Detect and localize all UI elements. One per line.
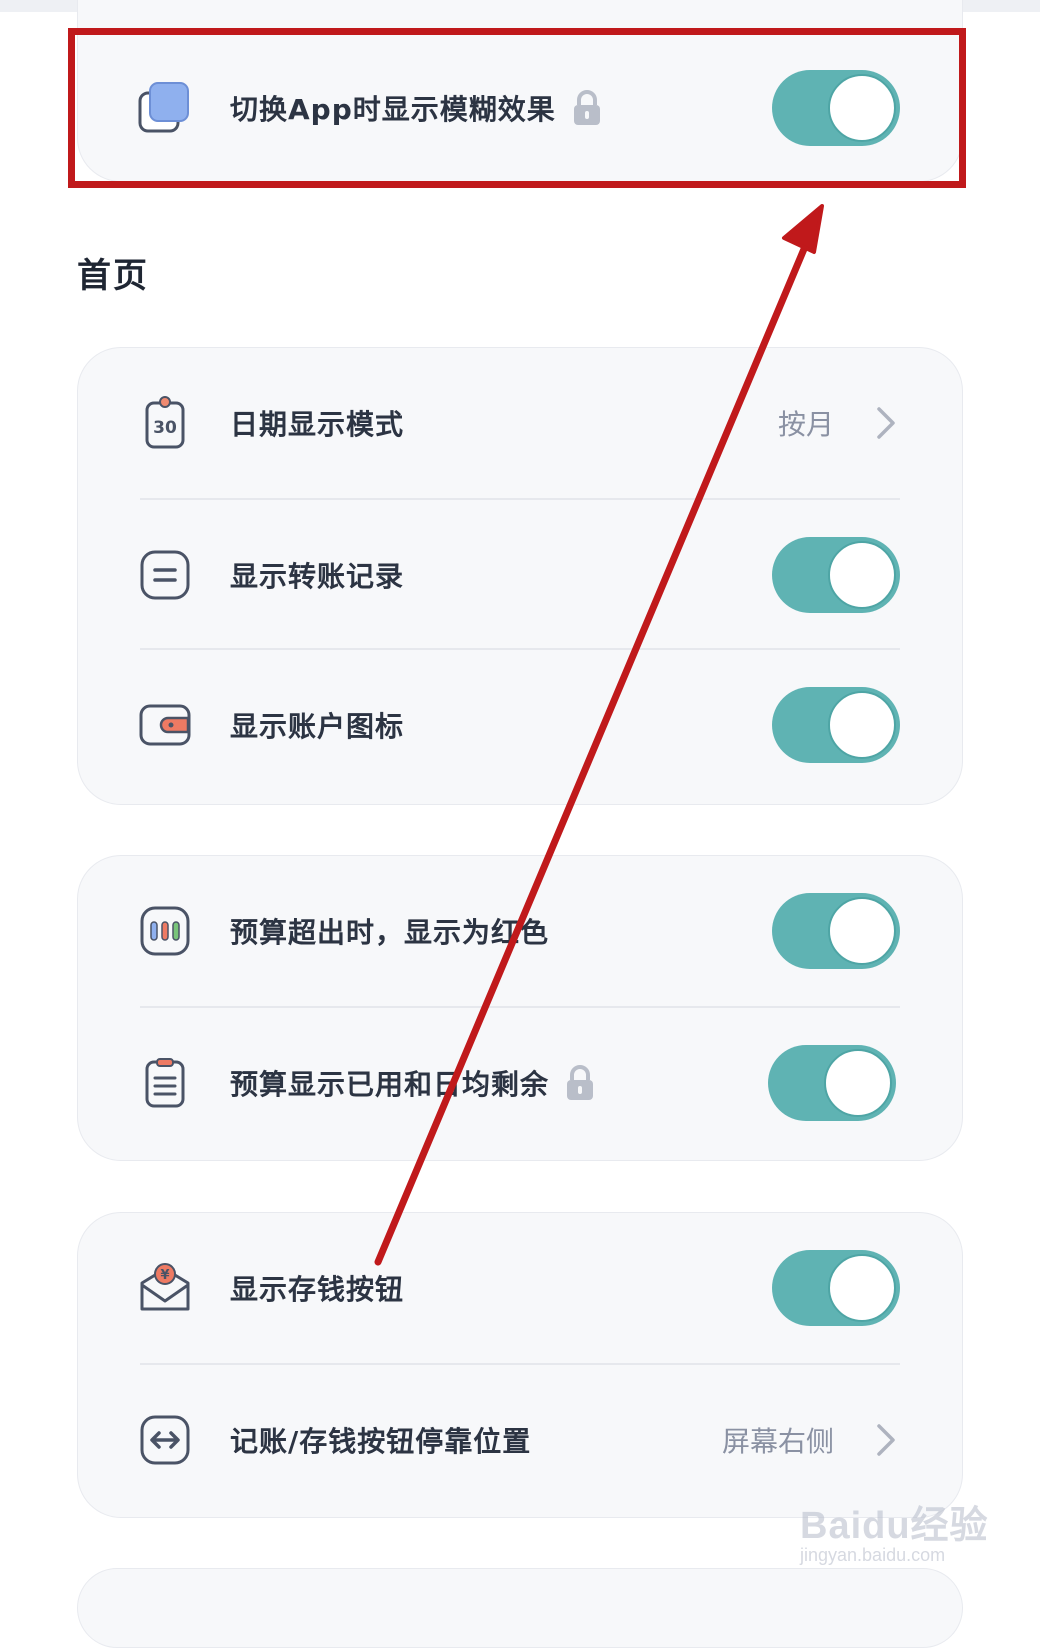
setting-row-button-dock-position[interactable]: 记账/存钱按钮停靠位置 屏幕右侧 <box>78 1365 962 1515</box>
svg-text:¥: ¥ <box>160 1268 169 1283</box>
blur-windows-icon <box>138 81 192 135</box>
setting-label: 显示账户图标 <box>230 710 405 743</box>
settings-card-homepage-display: 30 日期显示模式 按月 显示转账记录 显示账户图标 <box>77 347 963 805</box>
setting-value: 屏幕右侧 <box>721 1425 834 1458</box>
toggle-knob <box>828 74 896 142</box>
setting-label: 预算显示已用和日均剩余 <box>230 1068 550 1101</box>
settings-card-privacy: 切换App时显示模糊效果 <box>77 0 963 182</box>
blur-toggle[interactable] <box>772 70 900 146</box>
setting-label: 预算超出时，显示为红色 <box>230 916 550 949</box>
setting-label-wrap: 预算显示已用和日均剩余 <box>230 1063 595 1103</box>
left-right-arrows-icon <box>138 1413 192 1467</box>
show-savings-button-toggle[interactable] <box>772 1250 900 1326</box>
toggle-knob <box>828 897 896 965</box>
section-title-homepage: 首页 <box>77 256 149 296</box>
setting-row-show-transfers[interactable]: 显示转账记录 <box>78 500 962 650</box>
watermark-url: jingyan.baidu.com <box>800 1545 946 1565</box>
setting-row-show-account-icons[interactable]: 显示账户图标 <box>78 650 962 800</box>
calendar-30-icon: 30 <box>138 396 192 450</box>
svg-text:30: 30 <box>153 418 177 438</box>
setting-value: 按月 <box>777 408 834 441</box>
show-account-icons-toggle[interactable] <box>772 687 900 763</box>
setting-row-show-savings-button[interactable]: ¥ 显示存钱按钮 <box>78 1213 962 1363</box>
chevron-right-icon <box>874 405 898 441</box>
clipboard-list-icon <box>138 1056 192 1110</box>
setting-row-budget-used-daily[interactable]: 预算显示已用和日均剩余 <box>78 1008 962 1158</box>
settings-card-budget: 预算超出时，显示为红色 预算显示已用和日均剩余 <box>77 855 963 1161</box>
toggle-knob <box>828 1254 896 1322</box>
setting-label: 显示存钱按钮 <box>230 1273 405 1306</box>
setting-label: 日期显示模式 <box>230 408 405 441</box>
budget-bars-icon <box>138 904 192 958</box>
setting-label-wrap: 切换App时显示模糊效果 <box>230 88 602 128</box>
setting-row-budget-red[interactable]: 预算超出时，显示为红色 <box>78 856 962 1006</box>
toggle-knob <box>828 541 896 609</box>
setting-row-date-mode[interactable]: 30 日期显示模式 按月 <box>78 348 962 498</box>
chevron-right-icon <box>874 1422 898 1458</box>
toggle-knob <box>828 691 896 759</box>
settings-card-next <box>77 1568 963 1648</box>
setting-label: 切换App时显示模糊效果 <box>230 93 556 126</box>
toggle-knob <box>824 1049 892 1117</box>
setting-label: 记账/存钱按钮停靠位置 <box>230 1425 532 1458</box>
lock-icon <box>565 1064 595 1102</box>
setting-row-blur-on-switch[interactable]: 切换App时显示模糊效果 <box>78 33 962 183</box>
annotation-arrow-head <box>782 204 824 254</box>
budget-red-toggle[interactable] <box>772 893 900 969</box>
transfer-record-icon <box>138 548 192 602</box>
wallet-icon <box>138 698 192 752</box>
budget-used-daily-toggle[interactable] <box>768 1045 896 1121</box>
savings-envelope-icon: ¥ <box>138 1261 192 1315</box>
setting-label: 显示转账记录 <box>230 560 405 593</box>
lock-icon <box>572 89 602 127</box>
settings-card-savings: ¥ 显示存钱按钮 记账/存钱按钮停靠位置 屏幕右侧 <box>77 1212 963 1518</box>
show-transfers-toggle[interactable] <box>772 537 900 613</box>
